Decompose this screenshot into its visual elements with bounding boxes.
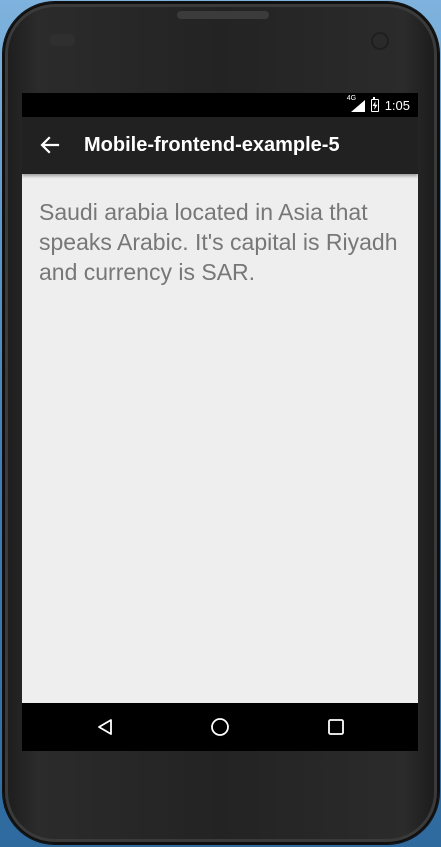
battery-icon [370, 96, 379, 112]
page-title: Mobile-frontend-example-5 [84, 134, 340, 156]
nav-recents-button[interactable] [322, 713, 350, 741]
phone-speaker-slit [177, 11, 269, 19]
back-button[interactable] [36, 131, 64, 159]
status-time: 1:05 [384, 97, 410, 113]
home-circle-icon [211, 718, 229, 736]
front-camera-icon [371, 32, 389, 50]
system-nav-bar [22, 703, 418, 751]
status-icons: 4G 1:05 [347, 95, 410, 114]
device-screen: 4G 1:05 Mobile-frontend-example-5 Saudi … [22, 93, 418, 751]
nav-back-button[interactable] [91, 713, 119, 741]
arrow-left-icon [40, 136, 60, 154]
country-description: Saudi arabia located in Asia that speaks… [39, 199, 398, 285]
signal-icon: 4G [347, 95, 365, 112]
phone-sensor [49, 34, 75, 46]
status-bar: 4G 1:05 [22, 93, 418, 117]
recents-square-icon [328, 719, 344, 735]
back-triangle-icon [98, 719, 112, 735]
nav-home-button[interactable] [206, 713, 234, 741]
app-toolbar: Mobile-frontend-example-5 [22, 117, 418, 174]
